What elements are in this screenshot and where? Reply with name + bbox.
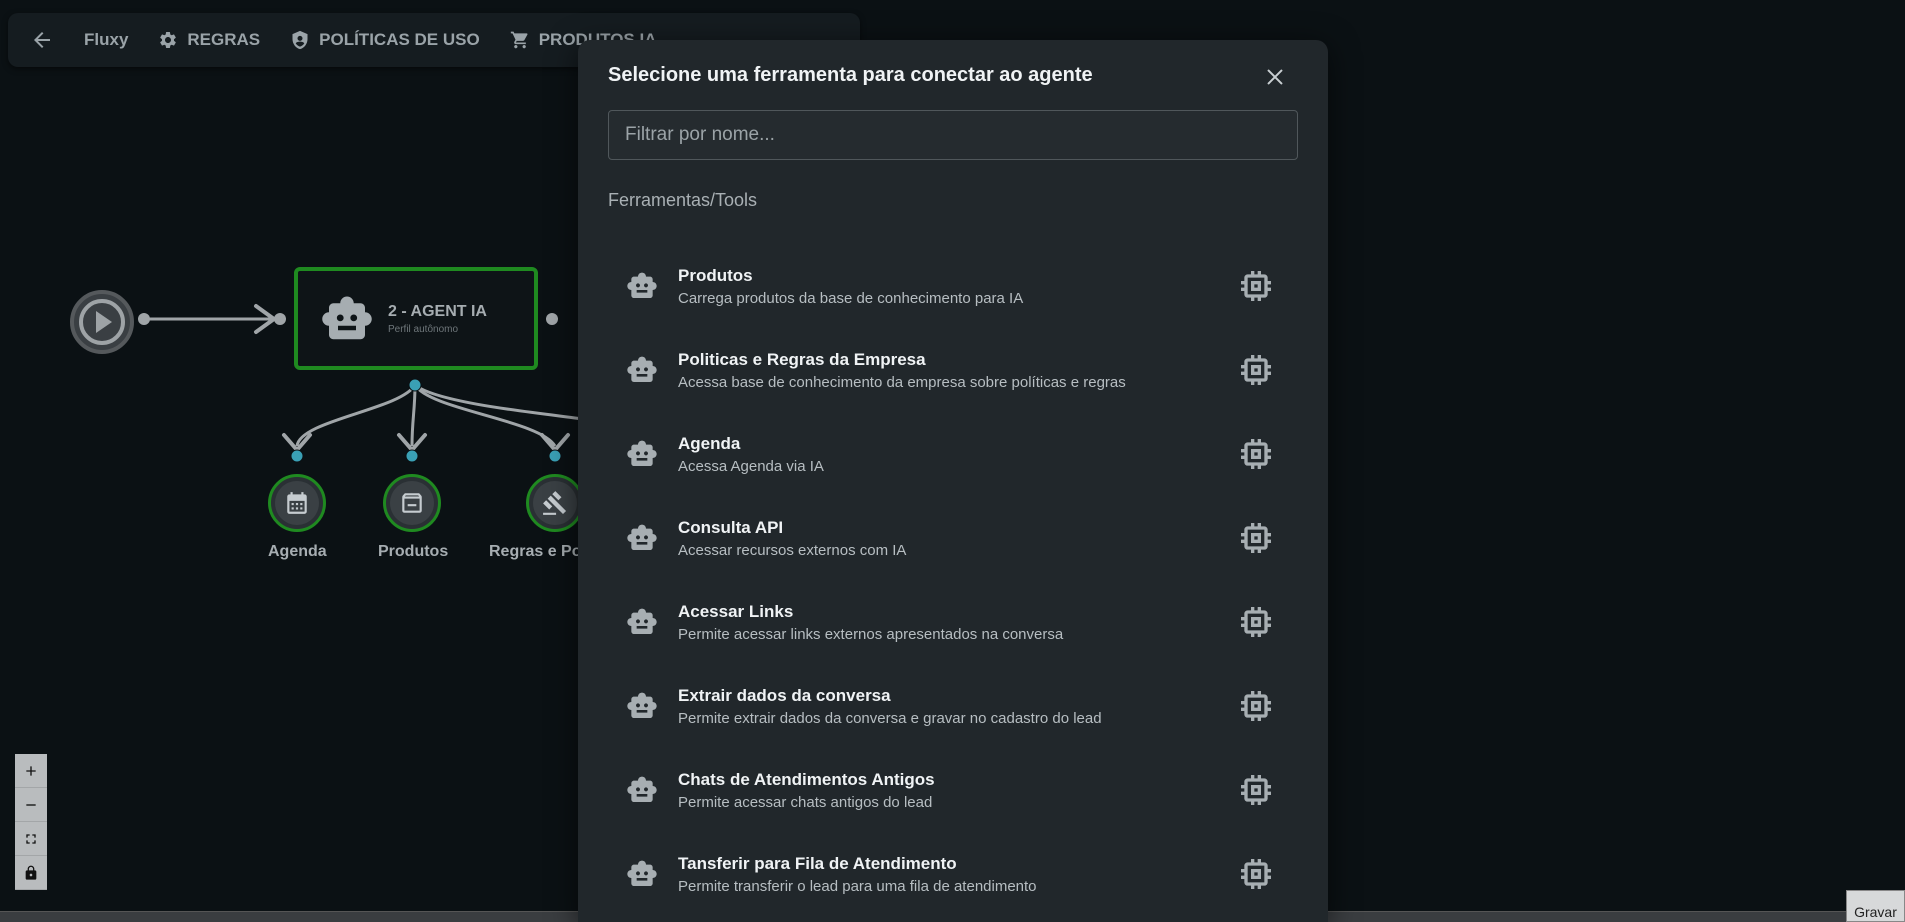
tool-description: Acessar recursos externos com IA [678, 541, 907, 559]
lock-button[interactable] [15, 856, 47, 890]
close-button[interactable] [1260, 62, 1290, 92]
tool-name: Acessar Links [678, 601, 794, 621]
brand-name: Fluxy [84, 30, 129, 49]
back-button[interactable] [30, 28, 54, 52]
robot-icon [626, 774, 658, 806]
tool-node-label: Agenda [268, 543, 327, 560]
tool-name: Politicas e Regras da Empresa [678, 349, 926, 369]
chip-icon [1236, 266, 1276, 306]
list-item[interactable]: Consulta API Acessar recursos externos c… [608, 496, 1298, 580]
arrow-back-icon [34, 32, 50, 48]
tool-name: Extrair dados da conversa [678, 685, 891, 705]
fullscreen-icon [26, 833, 36, 844]
list-item[interactable]: Politicas e Regras da Empresa Acessa bas… [608, 328, 1298, 412]
chip-icon [1236, 602, 1276, 642]
shield-icon [292, 30, 308, 50]
robot-icon [626, 354, 658, 386]
chip-icon [1236, 770, 1276, 810]
tool-node-produtos[interactable] [383, 474, 441, 532]
cart-icon [510, 31, 528, 49]
tool-name: Chats de Atendimentos Antigos [678, 769, 935, 789]
robot-icon [626, 438, 658, 470]
tool-node-label: Regras e Po [489, 543, 582, 560]
close-icon [1267, 69, 1283, 85]
politicas-button[interactable]: POLÍTICAS DE USO [290, 30, 480, 50]
tool-name: Consulta API [678, 517, 784, 537]
zoom-controls [15, 754, 47, 890]
chip-icon [1236, 686, 1276, 726]
archive-icon [402, 493, 422, 513]
minus-icon [26, 803, 36, 806]
tool-node-label: Produtos [378, 543, 449, 560]
chip-icon [1236, 854, 1276, 894]
chip-icon [1236, 434, 1276, 474]
list-item[interactable]: Chats de Atendimentos Antigos Permite ac… [608, 748, 1298, 832]
gavel-icon [543, 491, 567, 515]
regras-label: REGRAS [187, 30, 261, 49]
save-button[interactable]: Gravar [1846, 890, 1905, 922]
agent-subtitle: Perfil autônomo [388, 323, 459, 335]
robot-icon [626, 606, 658, 638]
politicas-label: POLÍTICAS DE USO [319, 30, 480, 49]
robot-icon [626, 270, 658, 302]
list-item[interactable]: Tansferir para Fila de Atendimento Permi… [608, 832, 1298, 916]
start-node[interactable] [70, 290, 134, 354]
tool-select-modal: Selecione uma ferramenta para conectar a… [578, 40, 1328, 922]
chip-icon [1236, 350, 1276, 390]
list-item[interactable]: Extrair dados da conversa Permite extrai… [608, 664, 1298, 748]
play-icon [79, 299, 125, 345]
gear-icon [160, 31, 177, 48]
agent-node-text: 2 - AGENT IA Perfil autônomo [388, 303, 487, 335]
tool-description: Permite acessar chats antigos do lead [678, 793, 933, 811]
zoom-out-button[interactable] [15, 788, 47, 822]
list-item[interactable]: Produtos Carrega produtos da base de con… [608, 244, 1298, 328]
robot-icon [626, 858, 658, 890]
tool-description: Acessa base de conhecimento da empresa s… [678, 373, 1126, 391]
list-item[interactable]: Agenda Acessa Agenda via IA [608, 412, 1298, 496]
modal-title: Selecione uma ferramenta para conectar a… [608, 64, 1093, 86]
lock-icon [25, 865, 37, 880]
tool-list: Produtos Carrega produtos da base de con… [608, 244, 1298, 916]
tool-description: Carrega produtos da base de conhecimento… [678, 289, 1024, 307]
fit-view-button[interactable] [15, 822, 47, 856]
tool-description: Permite transferir o lead para uma fila … [678, 877, 1037, 895]
tool-name: Tansferir para Fila de Atendimento [678, 853, 957, 873]
filter-input[interactable] [608, 110, 1298, 160]
tool-description: Acessa Agenda via IA [678, 457, 824, 475]
tool-description: Permite extrair dados da conversa e grav… [678, 709, 1102, 727]
tool-node-agenda[interactable] [268, 474, 326, 532]
tool-description: Permite acessar links externos apresenta… [678, 625, 1064, 643]
regras-button[interactable]: REGRAS [158, 30, 260, 50]
agent-node[interactable]: 2 - AGENT IA Perfil autônomo [294, 267, 538, 370]
agent-title: 2 - AGENT IA [388, 302, 487, 320]
plus-icon [26, 765, 36, 776]
calendar-icon [287, 492, 307, 514]
chip-icon [1236, 518, 1276, 558]
robot-icon [626, 522, 658, 554]
robot-icon [626, 690, 658, 722]
robot-icon [322, 296, 372, 339]
tool-name: Agenda [678, 433, 741, 453]
section-label: Ferramentas/Tools [608, 190, 758, 210]
tool-name: Produtos [678, 265, 753, 285]
tool-node-regras[interactable] [526, 474, 584, 532]
zoom-in-button[interactable] [15, 754, 47, 788]
list-item[interactable]: Acessar Links Permite acessar links exte… [608, 580, 1298, 664]
